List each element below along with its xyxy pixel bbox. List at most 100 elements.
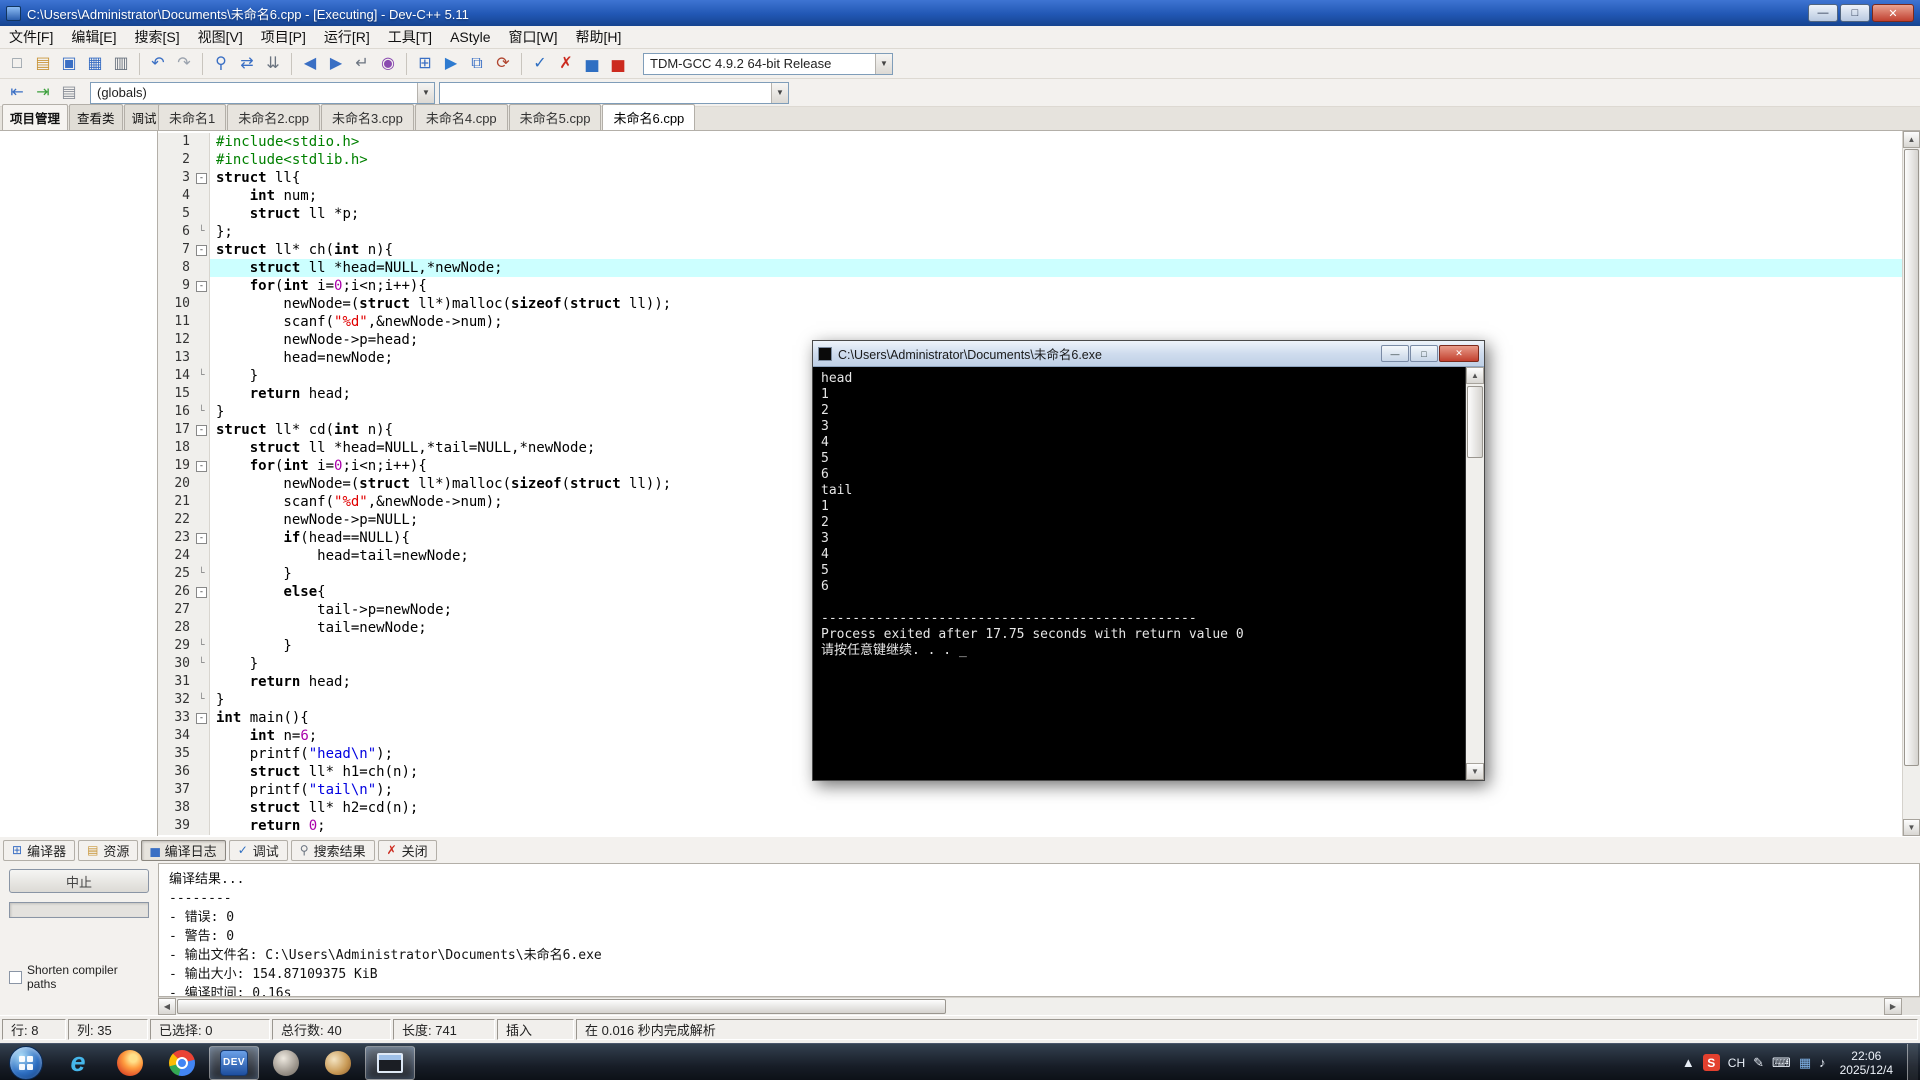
code-line[interactable]: 37 printf("tail\n");	[158, 781, 1902, 799]
bottom-tab[interactable]: ⚲ 搜索结果	[290, 839, 375, 861]
code-line[interactable]: 1 #include<stdio.h>	[158, 133, 1902, 151]
fold-collapse-icon[interactable]: -	[196, 244, 207, 256]
console-minimize-button[interactable]: —	[1381, 345, 1409, 362]
bottom-tab[interactable]: ✗ 关闭	[377, 839, 437, 861]
file-tab[interactable]: 未命名6.cpp	[602, 104, 696, 130]
title-bar[interactable]: C:\Users\Administrator\Documents\未命名6.cp…	[0, 0, 1920, 26]
compile-button[interactable]: ⊞	[412, 51, 438, 77]
toggle-header-button[interactable]: ▤	[56, 80, 82, 106]
goto-line-button[interactable]: ↵	[349, 51, 375, 77]
console-scrollbar[interactable]: ▲ ▼	[1465, 367, 1484, 780]
replace-button[interactable]: ⇄	[234, 51, 260, 77]
project-panel[interactable]	[0, 131, 158, 836]
scroll-down-arrow[interactable]: ▼	[1903, 819, 1920, 836]
shorten-paths-option[interactable]: Shorten compiler paths	[9, 963, 149, 991]
chevron-up-icon[interactable]: ▲	[1682, 1055, 1695, 1070]
file-tab[interactable]: 未命名2.cpp	[227, 104, 321, 130]
console-title-bar[interactable]: C:\Users\Administrator\Documents\未命名6.ex…	[813, 341, 1484, 367]
back-button[interactable]: ◀	[297, 51, 323, 77]
console-close-button[interactable]: ✕	[1439, 345, 1479, 362]
start-button[interactable]	[9, 1045, 43, 1080]
code-line[interactable]: 8 struct ll *head=NULL,*newNode;	[158, 259, 1902, 277]
find-next-button[interactable]: ⇊	[260, 51, 286, 77]
scroll-track[interactable]	[1903, 148, 1920, 819]
code-line[interactable]: 38 struct ll* h2=cd(n);	[158, 799, 1902, 817]
devcpp-taskbar-icon[interactable]: DEV	[209, 1045, 259, 1080]
code-line[interactable]: 10 newNode=(struct ll*)malloc(sizeof(str…	[158, 295, 1902, 313]
new-file-button[interactable]: □	[4, 51, 30, 77]
fold-collapse-icon[interactable]: -	[196, 280, 207, 292]
language-indicator[interactable]: CH	[1728, 1056, 1745, 1070]
console-maximize-button[interactable]: □	[1410, 345, 1438, 362]
editor-vertical-scrollbar[interactable]: ▲ ▼	[1902, 131, 1920, 836]
code-line[interactable]: 7- struct ll* ch(int n){	[158, 241, 1902, 259]
sogou-icon[interactable]: S	[1702, 1054, 1720, 1071]
file-tab[interactable]: 未命名1	[158, 104, 227, 130]
compiler-select[interactable]: TDM-GCC 4.9.2 64-bit Release ▼	[643, 52, 893, 75]
scroll-thumb[interactable]	[177, 999, 946, 1014]
pen-icon[interactable]: ✎	[1753, 1055, 1764, 1071]
code-line[interactable]: 4 int num;	[158, 187, 1902, 205]
open-button[interactable]: ▤	[30, 51, 56, 77]
gimp-taskbar-icon[interactable]	[261, 1046, 311, 1080]
code-line[interactable]: 6 └};	[158, 223, 1902, 241]
chevron-down-icon[interactable]: ▼	[875, 53, 892, 74]
code-line[interactable]: 9- for(int i=0;i<n;i++){	[158, 277, 1902, 295]
bottom-tab[interactable]: ✓ 调试	[228, 839, 288, 861]
menu-item[interactable]: 工具[T]	[379, 25, 441, 49]
members-select[interactable]: ▼	[439, 81, 789, 104]
bottom-tab[interactable]: ▅ 编译日志	[141, 839, 226, 861]
save-button[interactable]: ▣	[56, 51, 82, 77]
volume-icon[interactable]: ♪	[1819, 1055, 1826, 1070]
globals-select[interactable]: (globals) ▼	[90, 81, 435, 104]
menu-item[interactable]: 文件[F]	[0, 25, 62, 49]
horizontal-scrollbar[interactable]: ◀ ▶	[158, 997, 1920, 1015]
console-window-taskbar-button[interactable]	[365, 1045, 415, 1080]
fold-collapse-icon[interactable]: -	[196, 424, 207, 436]
keyboard-icon[interactable]: ⌨	[1772, 1055, 1791, 1071]
taskbar-clock[interactable]: 22:06 2025/12/4	[1834, 1049, 1899, 1077]
left-panel-tab[interactable]: 项目管理	[2, 104, 69, 130]
bookmark-button[interactable]: ◉	[375, 51, 401, 77]
fold-collapse-icon[interactable]: -	[196, 172, 207, 184]
chrome-taskbar-icon[interactable]	[157, 1046, 207, 1080]
firefox-taskbar-icon[interactable]	[105, 1046, 155, 1080]
menu-item[interactable]: 帮助[H]	[567, 25, 631, 49]
jump-forward-button[interactable]: ⇥	[30, 80, 56, 106]
file-tab[interactable]: 未命名5.cpp	[508, 104, 602, 130]
menu-item[interactable]: 视图[V]	[189, 25, 252, 49]
file-tab[interactable]: 未命名3.cpp	[321, 104, 414, 130]
menu-item[interactable]: 编辑[E]	[62, 25, 125, 49]
profile-button[interactable]: ▅	[579, 51, 605, 77]
scroll-track[interactable]	[176, 998, 1884, 1015]
shorten-paths-checkbox[interactable]	[9, 970, 22, 984]
chevron-down-icon[interactable]: ▼	[417, 82, 434, 103]
scroll-track[interactable]	[1466, 384, 1484, 763]
scroll-down-arrow[interactable]: ▼	[1466, 763, 1484, 780]
minimize-button[interactable]: —	[1808, 4, 1838, 22]
rebuild-all-button[interactable]: ⟳	[490, 51, 516, 77]
left-panel-tab[interactable]: 查看类	[69, 104, 123, 130]
profiling-delete-button[interactable]: ▅	[605, 51, 631, 77]
jump-back-button[interactable]: ⇤	[4, 80, 30, 106]
scroll-up-arrow[interactable]: ▲	[1466, 367, 1484, 384]
menu-item[interactable]: 运行[R]	[315, 25, 379, 49]
scroll-right-arrow[interactable]: ▶	[1884, 998, 1902, 1015]
menu-item[interactable]: 窗口[W]	[500, 25, 567, 49]
scroll-thumb[interactable]	[1904, 149, 1919, 767]
redo-button[interactable]: ↷	[171, 51, 197, 77]
chevron-down-icon[interactable]: ▼	[771, 82, 788, 103]
menu-item[interactable]: AStyle	[441, 27, 499, 47]
code-line[interactable]: 5 struct ll *p;	[158, 205, 1902, 223]
close-button[interactable]: ✕	[1872, 4, 1914, 22]
compile-log[interactable]: 编译结果... -------- - 错误: 0 - 警告: 0 - 输出文件名: C:…	[158, 863, 1920, 997]
compile-run-button[interactable]: ⧉	[464, 51, 490, 77]
bottom-tab[interactable]: ⊞ 编译器	[3, 839, 76, 861]
maximize-button[interactable]: □	[1840, 4, 1870, 22]
ime-grid-icon[interactable]: ▦	[1799, 1055, 1811, 1071]
menu-item[interactable]: 项目[P]	[252, 25, 315, 49]
forward-button[interactable]: ▶	[323, 51, 349, 77]
scroll-thumb[interactable]	[1467, 386, 1483, 458]
code-line[interactable]: 11 scanf("%d",&newNode->num);	[158, 313, 1902, 331]
scroll-up-arrow[interactable]: ▲	[1903, 131, 1920, 148]
